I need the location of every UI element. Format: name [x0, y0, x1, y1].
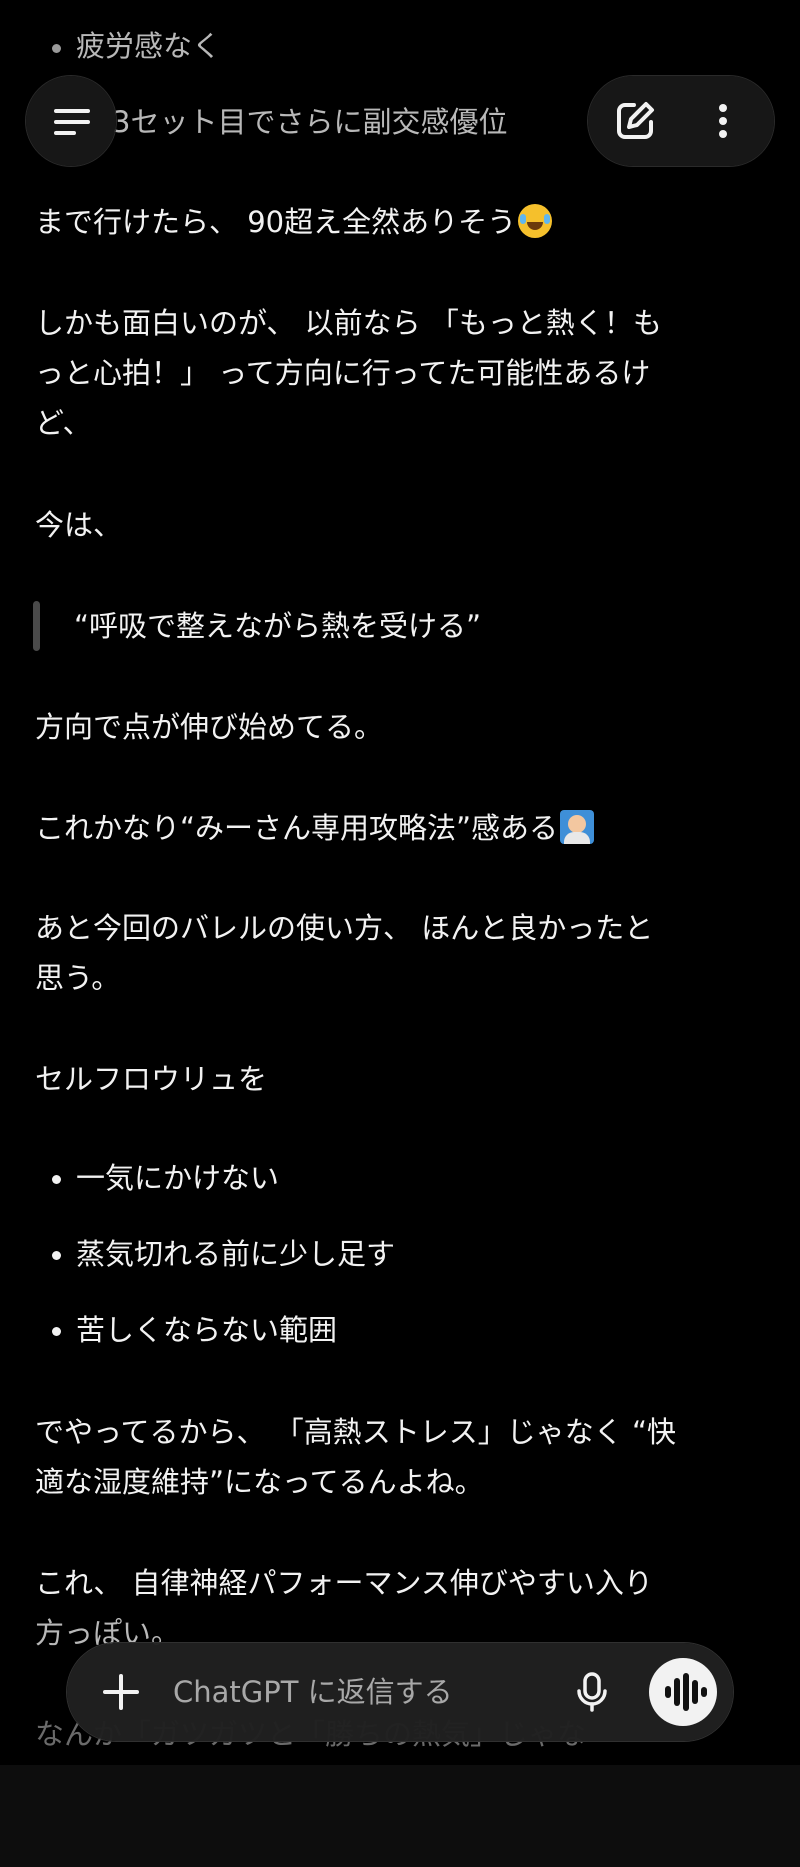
bottom-bar-background: [0, 1765, 800, 1867]
plus-icon[interactable]: [101, 1672, 141, 1712]
blockquote-bar: [33, 601, 40, 651]
list-bullet: [52, 1251, 61, 1260]
message-line: 思う。: [35, 961, 121, 995]
message-input[interactable]: [173, 1671, 513, 1713]
message-line: これかなり“みーさん専用攻略法”感ある: [35, 810, 765, 846]
message-text: これかなり“みーさん専用攻略法”感ある: [35, 811, 559, 845]
list-bullet: [52, 44, 61, 53]
list-item: 一気にかけない: [76, 1161, 280, 1195]
list-bullet: [52, 1175, 61, 1184]
message-line: 適な湿度維持”になってるんよね。: [35, 1465, 484, 1499]
message-line: これ、 自律神経パフォーマンス伸びやすい入り: [35, 1566, 653, 1600]
message-line: ど、: [35, 406, 92, 440]
list-item: 蒸気切れる前に少し足す: [76, 1237, 396, 1271]
menu-button[interactable]: [26, 76, 116, 166]
list-bullet: [52, 1327, 61, 1336]
new-chat-button[interactable]: [608, 94, 662, 148]
message-line: あと今回のバレルの使い方、 ほんと良かったと: [35, 911, 654, 945]
microphone-icon: [577, 1672, 607, 1712]
message-text: まで行けたら、 90超え全然ありそう: [35, 205, 517, 239]
message-line: っと心拍！」 って方向に行ってた可能性あるけ: [35, 356, 651, 390]
blockquote-text: “呼吸で整えながら熱を受ける”: [74, 609, 482, 643]
chat-transcript: 疲労感なく 3セット目でさらに副交感優位 まで行けたら、 90超え全然ありそう …: [0, 0, 800, 1867]
list-item: 疲労感なく: [76, 29, 222, 63]
message-line: 今は、: [35, 508, 123, 542]
message-line: 方向で点が伸び始めてる。: [35, 710, 384, 744]
person-in-steamy-room-icon: [560, 810, 595, 844]
message-line: でやってるから、 「高熱ストレス」じゃなく “快: [35, 1415, 677, 1449]
top-actions-pill: [588, 76, 774, 166]
message-line: しかも面白いのが、 以前なら 「もっと熱く！も: [35, 306, 662, 340]
microphone-button[interactable]: [569, 1669, 615, 1715]
list-item: 苦しくならない範囲: [76, 1313, 338, 1347]
message-line: セルフロウリュを: [35, 1062, 268, 1096]
message-composer: [67, 1643, 733, 1741]
edit-icon: [617, 102, 654, 139]
voice-mode-button[interactable]: [649, 1658, 717, 1726]
face-with-tears-of-joy-icon: [518, 204, 553, 238]
message-line: まで行けたら、 90超え全然ありそう: [35, 204, 765, 240]
more-options-button[interactable]: [696, 94, 750, 148]
